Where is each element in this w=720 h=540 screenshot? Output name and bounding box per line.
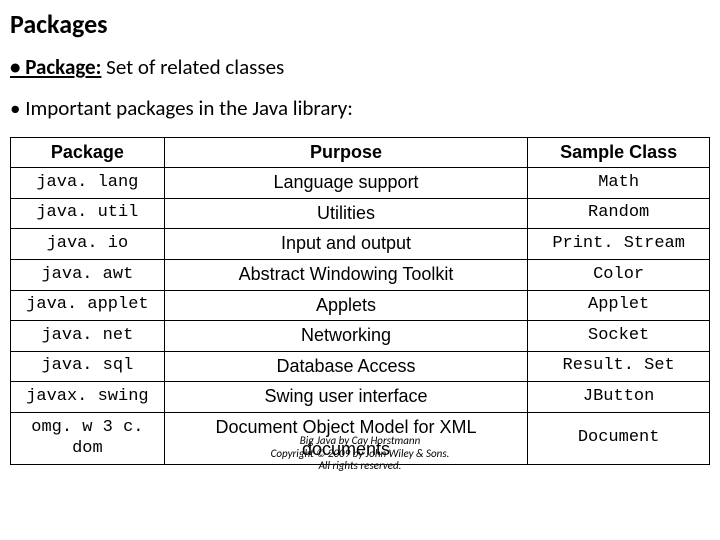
- cell-package: java. lang: [11, 168, 165, 199]
- table-row: java. appletAppletsApplet: [11, 290, 710, 321]
- cell-purpose: Document Object Model for XML documents: [164, 412, 527, 464]
- cell-package: java. applet: [11, 290, 165, 321]
- col-header-package: Package: [11, 137, 165, 168]
- bullet-package-def: • Package: Set of related classes: [10, 54, 710, 81]
- cell-package: omg. w 3 c. dom: [11, 412, 165, 464]
- col-header-purpose: Purpose: [164, 137, 527, 168]
- table-row: java. ioInput and outputPrint. Stream: [11, 229, 710, 260]
- table-row: omg. w 3 c. domDocument Object Model for…: [11, 412, 710, 464]
- cell-purpose: Networking: [164, 321, 527, 352]
- cell-sample-class: Result. Set: [528, 351, 710, 382]
- cell-package: java. util: [11, 198, 165, 229]
- cell-sample-class: Math: [528, 168, 710, 199]
- table-header-row: Package Purpose Sample Class: [11, 137, 710, 168]
- cell-sample-class: Document: [528, 412, 710, 464]
- cell-package: java. io: [11, 229, 165, 260]
- col-header-sample: Sample Class: [528, 137, 710, 168]
- cell-purpose: Utilities: [164, 198, 527, 229]
- table-row: java. awtAbstract Windowing ToolkitColor: [11, 259, 710, 290]
- cell-sample-class: Print. Stream: [528, 229, 710, 260]
- bullet-important: • Important packages in the Java library…: [10, 95, 710, 122]
- table-row: javax. swingSwing user interfaceJButton: [11, 382, 710, 413]
- cell-package: java. net: [11, 321, 165, 352]
- cell-purpose: Applets: [164, 290, 527, 321]
- cell-purpose: Swing user interface: [164, 382, 527, 413]
- page-title: Packages: [10, 8, 710, 40]
- cell-package: java. sql: [11, 351, 165, 382]
- cell-purpose: Database Access: [164, 351, 527, 382]
- packages-table: Package Purpose Sample Class java. langL…: [10, 137, 710, 466]
- bullet-rest: Set of related classes: [101, 54, 284, 80]
- table-row: java. langLanguage supportMath: [11, 168, 710, 199]
- cell-purpose: Input and output: [164, 229, 527, 260]
- cell-sample-class: Socket: [528, 321, 710, 352]
- cell-sample-class: Random: [528, 198, 710, 229]
- cell-sample-class: JButton: [528, 382, 710, 413]
- table-row: java. netNetworkingSocket: [11, 321, 710, 352]
- cell-purpose: Abstract Windowing Toolkit: [164, 259, 527, 290]
- cell-purpose: Language support: [164, 168, 527, 199]
- cell-package: javax. swing: [11, 382, 165, 413]
- cell-sample-class: Applet: [528, 290, 710, 321]
- cell-package: java. awt: [11, 259, 165, 290]
- table-row: java. sqlDatabase AccessResult. Set: [11, 351, 710, 382]
- table-row: java. utilUtilitiesRandom: [11, 198, 710, 229]
- cell-sample-class: Color: [528, 259, 710, 290]
- bullet-leader: • Package:: [10, 54, 101, 80]
